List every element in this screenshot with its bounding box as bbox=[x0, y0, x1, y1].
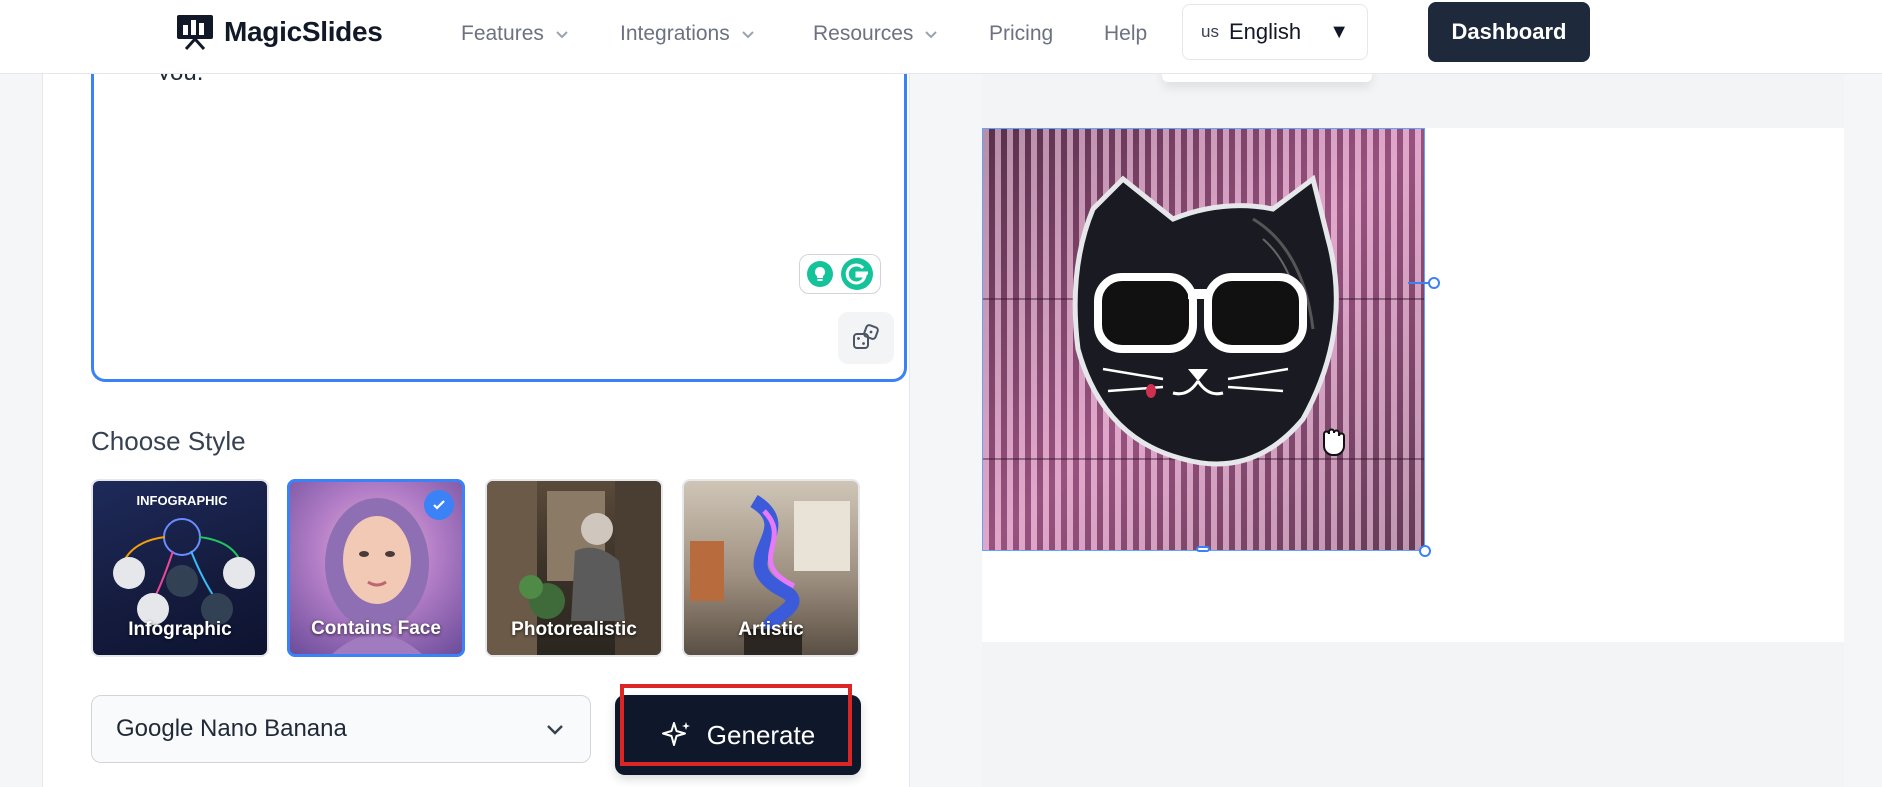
language-select[interactable]: us English ▼ bbox=[1182, 4, 1368, 60]
sparkles-icon bbox=[661, 722, 690, 746]
style-card-label: Contains Face bbox=[311, 618, 441, 639]
chevron-down-icon bbox=[742, 31, 754, 39]
language-code: us bbox=[1201, 22, 1219, 41]
caret-down-icon: ▼ bbox=[1329, 20, 1349, 43]
nav-help[interactable]: Help bbox=[1104, 20, 1147, 48]
style-card-artistic[interactable]: Artistic bbox=[682, 479, 860, 657]
logo-text: MagicSlides bbox=[224, 16, 383, 47]
nav-integrations[interactable]: Integrations bbox=[620, 20, 756, 48]
style-card-label: Infographic bbox=[128, 619, 232, 640]
style-card-photorealistic[interactable]: Photorealistic bbox=[485, 479, 663, 657]
resize-handle-bottom-middle[interactable] bbox=[1196, 546, 1210, 552]
slide-canvas[interactable] bbox=[982, 128, 1844, 642]
language-name: English bbox=[1228, 19, 1302, 44]
nav-features-label: Features bbox=[461, 22, 544, 45]
style-card-contains-face[interactable]: Contains Face bbox=[287, 479, 465, 657]
generate-label: Generate bbox=[706, 719, 816, 750]
resize-handle-bottom-right[interactable] bbox=[1419, 545, 1431, 557]
random-prompt-button[interactable] bbox=[838, 312, 894, 364]
nav-features[interactable]: Features bbox=[461, 20, 570, 48]
dice-icon bbox=[853, 324, 879, 349]
nav-resources-label: Resources bbox=[813, 22, 914, 45]
presentation-board-icon bbox=[177, 15, 213, 50]
rotate-handle[interactable] bbox=[1428, 277, 1440, 289]
lightbulb-icon bbox=[807, 261, 833, 287]
chevron-down-icon bbox=[925, 31, 938, 39]
selected-check-icon bbox=[424, 490, 454, 520]
model-select-value: Google Nano Banana bbox=[116, 715, 347, 742]
nav-pricing[interactable]: Pricing bbox=[989, 20, 1053, 48]
generated-image[interactable] bbox=[982, 128, 1425, 551]
logo[interactable]: MagicSlides bbox=[176, 14, 383, 50]
model-select[interactable]: Google Nano Banana bbox=[91, 695, 591, 763]
style-card-label: Artistic bbox=[738, 619, 804, 640]
generate-button[interactable]: Generate bbox=[615, 695, 861, 775]
preview-panel bbox=[982, 74, 1844, 787]
rotate-connector bbox=[1408, 282, 1430, 284]
nav-pricing-label: Pricing bbox=[989, 22, 1054, 45]
top-navbar: MagicSlides Features Integrations Resour… bbox=[0, 0, 1882, 74]
style-card-infographic[interactable]: INFOGRAPHIC Infographic bbox=[91, 479, 269, 657]
left-panel: you. Choose Style INFOGR bbox=[42, 66, 910, 787]
cat-sunglasses-image bbox=[983, 129, 1424, 550]
nav-integrations-label: Integrations bbox=[620, 22, 730, 45]
nav-resources[interactable]: Resources bbox=[813, 20, 939, 48]
grammarly-icon bbox=[841, 258, 873, 290]
preview-top-strip bbox=[982, 74, 1844, 128]
choose-style-title: Choose Style bbox=[91, 426, 246, 456]
hand-cursor-icon bbox=[1316, 424, 1350, 458]
chevron-down-icon bbox=[547, 725, 563, 735]
chevron-down-icon bbox=[556, 31, 568, 39]
infographic-heading: INFOGRAPHIC bbox=[137, 493, 229, 508]
dashboard-button[interactable]: Dashboard bbox=[1428, 2, 1590, 62]
prompt-textarea[interactable]: you. bbox=[91, 66, 907, 382]
style-card-label: Photorealistic bbox=[511, 619, 637, 640]
nav-help-label: Help bbox=[1104, 22, 1148, 45]
grammarly-widget[interactable] bbox=[799, 254, 881, 294]
